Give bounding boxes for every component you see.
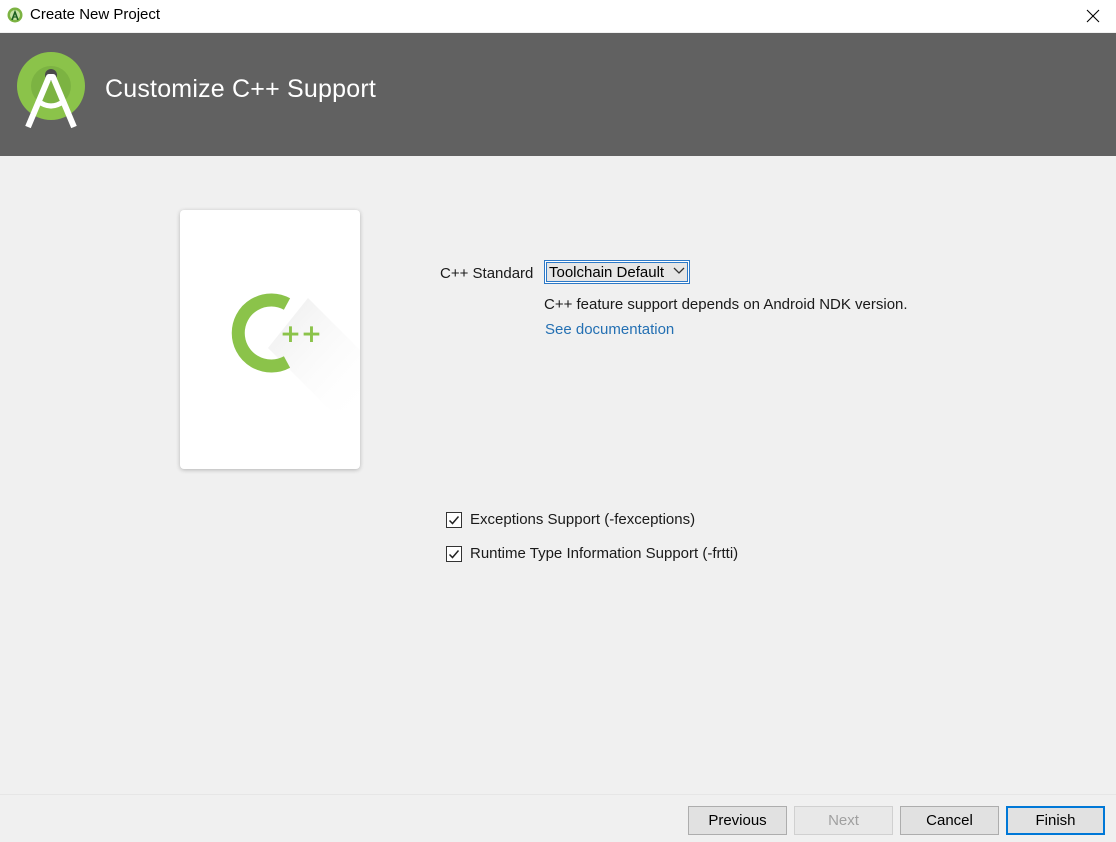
- checkmark-icon: [448, 549, 460, 559]
- finish-button[interactable]: Finish: [1006, 806, 1105, 835]
- dialog-window: Create New Project Customize C++ Support: [0, 0, 1116, 842]
- exceptions-support-option[interactable]: Exceptions Support (-fexceptions): [446, 511, 695, 528]
- chevron-down-icon: [673, 267, 685, 274]
- rtti-checkbox[interactable]: [446, 545, 462, 562]
- cancel-button[interactable]: Cancel: [900, 806, 999, 835]
- android-studio-icon: [7, 7, 23, 23]
- window-title: Create New Project: [30, 6, 161, 23]
- svg-text:++: ++: [280, 319, 322, 348]
- preview-card: ++: [180, 210, 360, 469]
- cpp-standard-label: C++ Standard: [440, 265, 534, 282]
- cpp-logo-icon: ++: [231, 293, 360, 410]
- rtti-checkbox-label: Runtime Type Information Support (-frtti…: [470, 545, 739, 562]
- checkmark-icon: [448, 515, 460, 525]
- dropdown-value: Toolchain Default: [549, 264, 665, 281]
- header-banner: Customize C++ Support: [0, 33, 1116, 156]
- page-title: Customize C++ Support: [105, 75, 376, 103]
- title-bar: Create New Project: [0, 0, 1116, 32]
- exceptions-checkbox-label: Exceptions Support (-fexceptions): [470, 511, 696, 528]
- previous-button[interactable]: Previous: [688, 806, 787, 835]
- cpp-standard-dropdown[interactable]: Toolchain Default: [544, 260, 690, 284]
- see-documentation-link[interactable]: See documentation: [545, 321, 674, 338]
- close-icon: [1086, 9, 1100, 23]
- next-button[interactable]: Next: [794, 806, 893, 835]
- android-studio-logo-icon: [17, 52, 85, 129]
- ndk-hint-text: C++ feature support depends on Android N…: [544, 296, 908, 313]
- exceptions-checkbox[interactable]: [446, 511, 462, 528]
- close-button[interactable]: [1070, 0, 1116, 32]
- rtti-support-option[interactable]: Runtime Type Information Support (-frtti…: [446, 545, 738, 562]
